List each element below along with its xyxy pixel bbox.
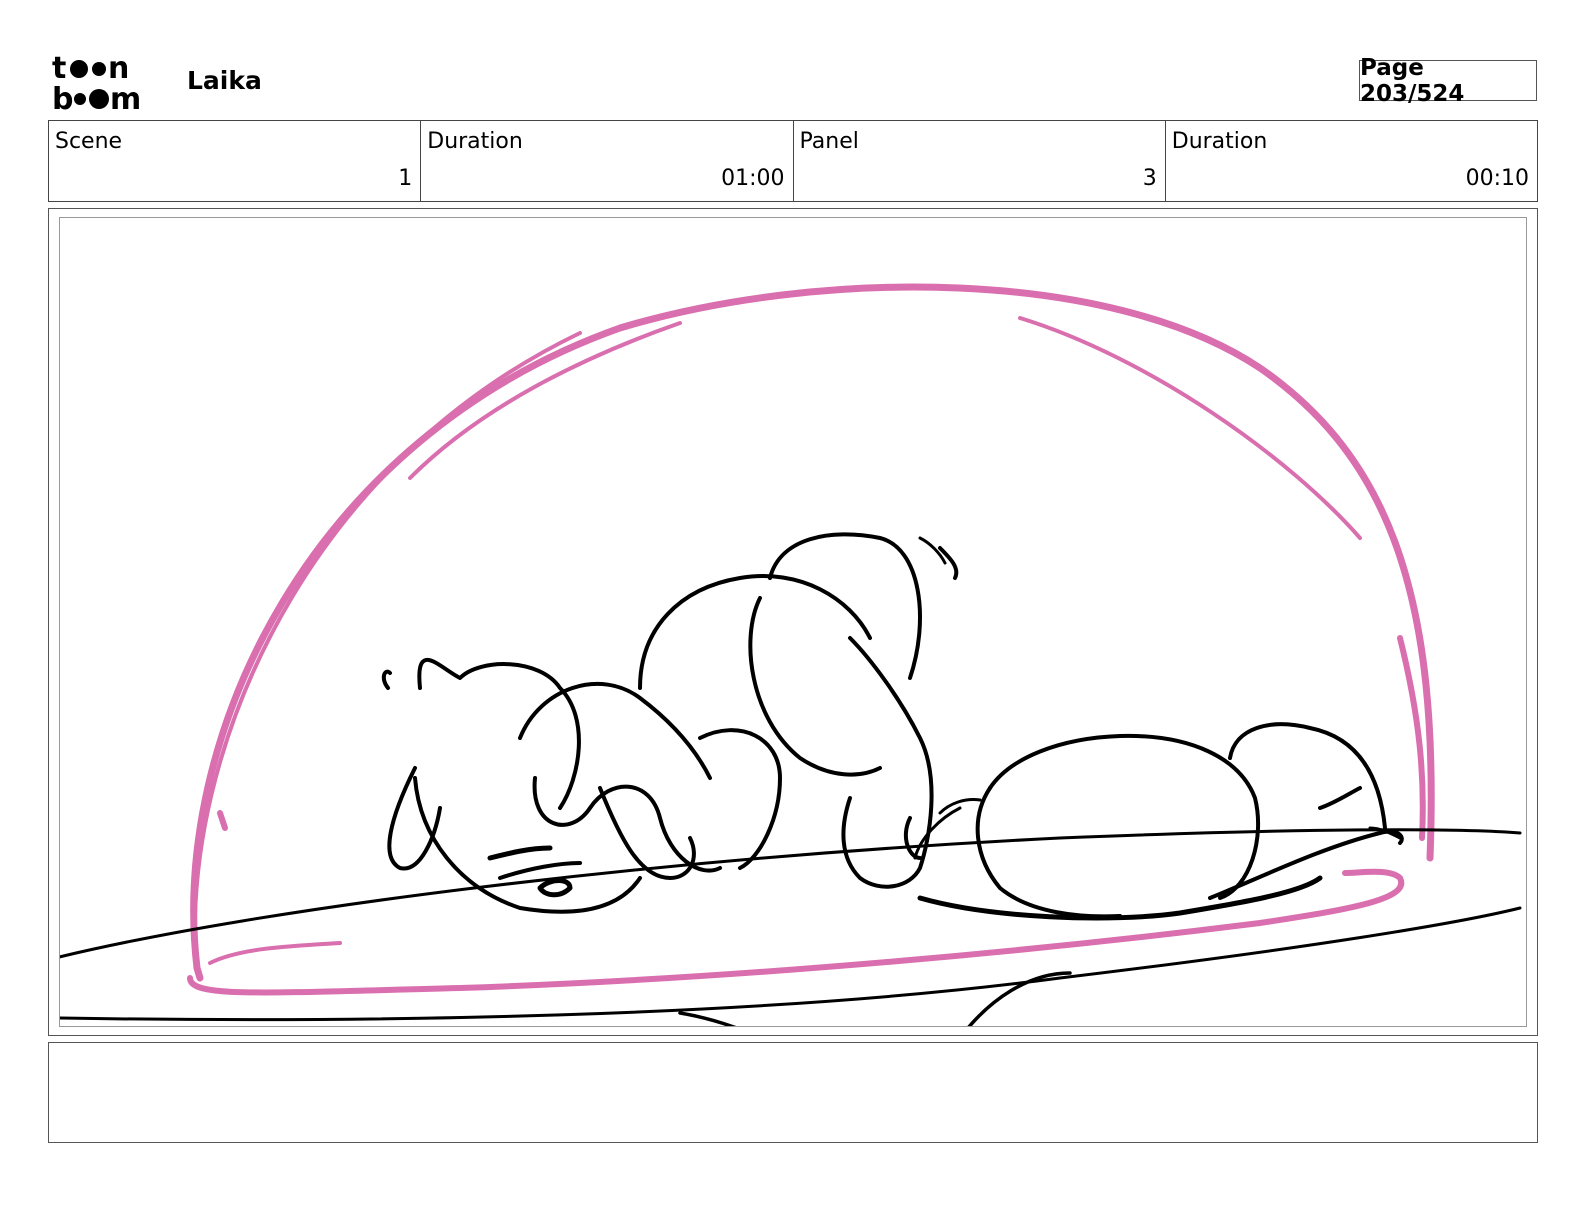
scene-label: Scene xyxy=(55,129,123,154)
panel-label: Panel xyxy=(799,129,859,154)
svg-text:m: m xyxy=(110,82,141,114)
panel-image-frame xyxy=(59,217,1527,1027)
svg-text:t: t xyxy=(52,52,66,86)
toonboom-logo: t n b m xyxy=(52,51,164,117)
scene-duration-value: 01:00 xyxy=(721,166,785,191)
panel-value: 3 xyxy=(1142,166,1157,191)
scene-duration-cell: Duration 01:00 xyxy=(421,121,794,201)
panel-duration-cell: Duration 00:10 xyxy=(1166,121,1537,201)
svg-text:b: b xyxy=(52,82,73,114)
storyboard-panel xyxy=(48,208,1538,1036)
panel-cell: Panel 3 xyxy=(794,121,1166,201)
svg-text:n: n xyxy=(108,52,129,86)
dog-sketch xyxy=(381,532,1404,921)
project-title: Laika xyxy=(187,66,262,95)
scene-duration-label: Duration xyxy=(427,129,523,154)
panel-sketch xyxy=(60,283,1522,1026)
dome-sketch xyxy=(187,283,1435,996)
scene-cell: Scene 1 xyxy=(49,121,422,201)
scene-value: 1 xyxy=(398,166,413,191)
page-number: Page 203/524 xyxy=(1359,55,1537,107)
panel-duration-label: Duration xyxy=(1171,129,1268,154)
panel-notes-box xyxy=(48,1042,1538,1143)
panel-duration-value: 00:10 xyxy=(1465,166,1529,191)
scene-info-table: Scene 1 Duration 01:00 Panel 3 Duration … xyxy=(48,120,1538,202)
